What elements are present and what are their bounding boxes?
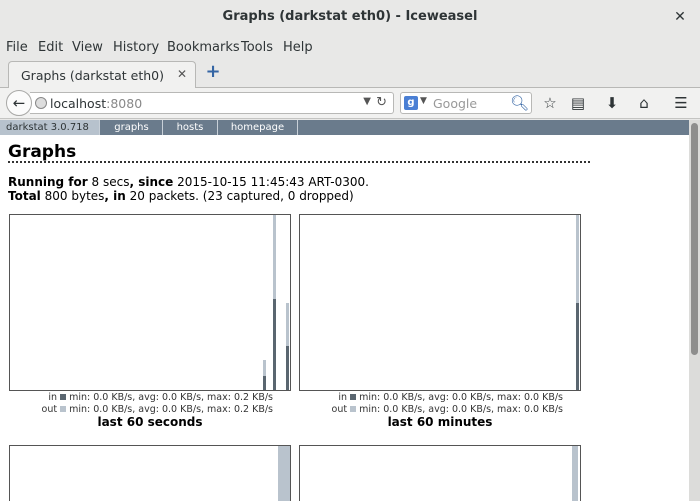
window-close-icon[interactable]: ✕ bbox=[672, 9, 688, 25]
tab-label: Graphs (darkstat eth0) bbox=[21, 68, 164, 83]
scrollbar-thumb[interactable] bbox=[691, 123, 698, 355]
site-identity-icon[interactable] bbox=[35, 97, 47, 109]
graph-minutes bbox=[299, 214, 581, 391]
graph-bar-in bbox=[263, 376, 266, 390]
in-swatch bbox=[350, 394, 357, 400]
in-label: , in bbox=[104, 189, 126, 203]
url-bar[interactable]: localhost:8080 ▼ ↻ bbox=[30, 92, 394, 114]
total-bytes: 800 bytes bbox=[44, 189, 105, 203]
nav-bar: localhost:8080 ▼ ↻ ← g ▼ Google 🔍︎ ☆ ▤ ⬇… bbox=[0, 88, 700, 119]
menu-history[interactable]: History bbox=[113, 40, 159, 55]
graph-minutes-in-legend: in min: 0.0 KB/s, avg: 0.0 KB/s, max: 0.0… bbox=[299, 392, 563, 403]
page-scrollbar[interactable] bbox=[689, 120, 700, 501]
nav-brand: darkstat 3.0.718 bbox=[0, 120, 100, 135]
graph-days bbox=[299, 445, 581, 501]
search-icon[interactable]: 🔍︎ bbox=[510, 94, 529, 112]
graph-bar-out bbox=[278, 446, 290, 501]
out-swatch bbox=[350, 406, 357, 412]
url-port: :8080 bbox=[106, 96, 143, 111]
menu-view[interactable]: View bbox=[72, 40, 103, 55]
in-label: in bbox=[338, 392, 348, 403]
in-swatch bbox=[60, 394, 67, 400]
nav-hosts-link[interactable]: hosts bbox=[163, 120, 218, 135]
out-label: out bbox=[331, 404, 348, 415]
reading-list-icon[interactable]: ▤ bbox=[568, 93, 588, 113]
out-stats: min: 0.0 KB/s, avg: 0.0 KB/s, max: 0.0 K… bbox=[359, 404, 563, 415]
graph-minutes-title: last 60 minutes bbox=[387, 415, 493, 429]
graph-seconds-title: last 60 seconds bbox=[97, 415, 203, 429]
in-label: in bbox=[48, 392, 58, 403]
total-info: Total 800 bytes, in 20 packets. (23 capt… bbox=[8, 189, 354, 203]
search-box[interactable]: g ▼ Google 🔍︎ bbox=[400, 92, 532, 114]
running-secs: 8 secs bbox=[91, 175, 130, 189]
graph-seconds-out-legend: out min: 0.0 KB/s, avg: 0.0 KB/s, max: 0.… bbox=[9, 404, 273, 415]
page-title: Graphs bbox=[8, 142, 77, 162]
total-packets: 20 packets. bbox=[129, 189, 199, 203]
url-host: localhost bbox=[50, 96, 107, 111]
tab-graphs[interactable]: Graphs (darkstat eth0) ✕ bbox=[8, 61, 196, 89]
bookmark-star-icon[interactable]: ☆ bbox=[540, 93, 560, 113]
graph-minutes-out-legend: out min: 0.0 KB/s, avg: 0.0 KB/s, max: 0.… bbox=[299, 404, 563, 415]
menu-edit[interactable]: Edit bbox=[38, 40, 63, 55]
window-titlebar: Graphs (darkstat eth0) - Iceweasel ✕ bbox=[0, 0, 700, 34]
out-swatch bbox=[60, 406, 67, 412]
new-tab-icon[interactable]: + bbox=[205, 63, 221, 81]
menu-file[interactable]: File bbox=[6, 40, 28, 55]
graph-hours bbox=[9, 445, 291, 501]
graph-bar-in bbox=[286, 346, 289, 390]
url-history-dropdown-icon[interactable]: ▼ bbox=[363, 96, 371, 107]
graph-bar-in bbox=[576, 302, 579, 390]
search-engine-icon[interactable]: g bbox=[404, 96, 418, 110]
downloads-icon[interactable]: ⬇ bbox=[602, 93, 622, 113]
menu-bookmarks[interactable]: Bookmarks bbox=[167, 40, 240, 55]
darkstat-nav: darkstat 3.0.718 graphs hosts homepage bbox=[0, 120, 689, 135]
nav-graphs-link[interactable]: graphs bbox=[101, 120, 163, 135]
back-button-icon[interactable]: ← bbox=[6, 90, 32, 116]
graph-bar-in bbox=[273, 299, 276, 390]
out-stats: min: 0.0 KB/s, avg: 0.0 KB/s, max: 0.2 K… bbox=[69, 404, 273, 415]
running-info: Running for 8 secs, since 2015-10-15 11:… bbox=[8, 175, 369, 189]
reload-icon[interactable]: ↻ bbox=[376, 95, 387, 110]
since-value: 2015-10-15 11:45:43 ART-0300. bbox=[177, 175, 369, 189]
captured-info: (23 captured, 0 dropped) bbox=[202, 189, 354, 203]
title-divider bbox=[8, 161, 590, 163]
menu-bar: File Edit View History Bookmarks Tools H… bbox=[0, 37, 700, 59]
in-stats: min: 0.0 KB/s, avg: 0.0 KB/s, max: 0.0 K… bbox=[359, 392, 563, 403]
window-title: Graphs (darkstat eth0) - Iceweasel bbox=[222, 9, 478, 24]
graph-seconds bbox=[9, 214, 291, 391]
search-placeholder: Google bbox=[433, 96, 478, 111]
since-label: , since bbox=[129, 175, 174, 189]
graph-seconds-in-legend: in min: 0.0 KB/s, avg: 0.0 KB/s, max: 0.2… bbox=[9, 392, 273, 403]
in-stats: min: 0.0 KB/s, avg: 0.0 KB/s, max: 0.2 K… bbox=[69, 392, 273, 403]
page-content: darkstat 3.0.718 graphs hosts homepage G… bbox=[0, 120, 689, 501]
running-label: Running for bbox=[8, 175, 88, 189]
search-engine-dropdown-icon[interactable]: ▼ bbox=[420, 96, 427, 106]
tab-strip: Graphs (darkstat eth0) ✕ + bbox=[0, 59, 700, 89]
tab-close-icon[interactable]: ✕ bbox=[177, 67, 187, 81]
graph-bar-out bbox=[572, 446, 578, 501]
home-icon[interactable]: ⌂ bbox=[634, 93, 654, 113]
url-text: localhost:8080 bbox=[50, 96, 142, 111]
nav-homepage-link[interactable]: homepage bbox=[218, 120, 298, 135]
menu-help[interactable]: Help bbox=[283, 40, 313, 55]
total-label: Total bbox=[8, 189, 41, 203]
out-label: out bbox=[41, 404, 58, 415]
menu-hamburger-icon[interactable]: ☰ bbox=[671, 93, 691, 113]
menu-tools[interactable]: Tools bbox=[241, 40, 273, 55]
